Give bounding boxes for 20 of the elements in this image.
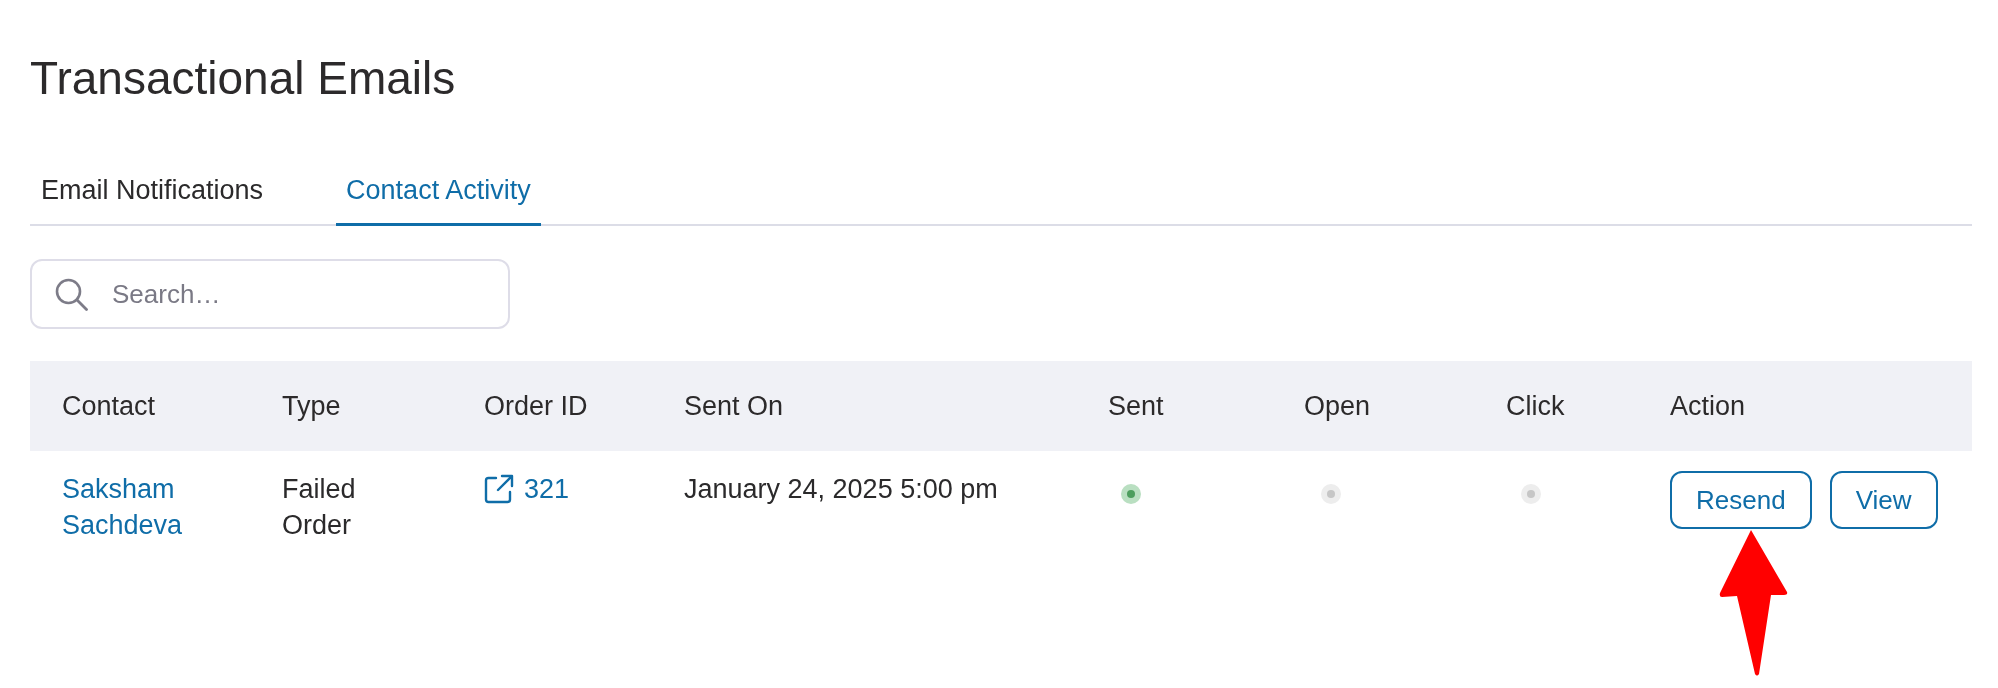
column-header: Sent On <box>683 390 785 422</box>
column-header: Action <box>1669 390 1747 422</box>
column-header: Type <box>281 390 342 422</box>
column-header: Contact <box>61 390 157 422</box>
table-cell-text: January 24, 2025 5:00 pm <box>683 473 999 506</box>
contact-link[interactable]: Saksham Sachdeva <box>62 471 240 543</box>
search-icon <box>55 278 88 311</box>
tab[interactable]: Email Notifications <box>31 152 274 226</box>
column-header: Open <box>1303 390 1372 422</box>
external-link-icon <box>484 474 514 504</box>
search-field[interactable]: Search… <box>30 259 510 329</box>
column-header: Order ID <box>483 390 589 422</box>
page-title: Transactional Emails <box>30 51 457 106</box>
resend-button[interactable]: Resend <box>1670 471 1812 529</box>
order-link[interactable]: 321 <box>484 471 570 507</box>
tab[interactable]: Contact Activity <box>336 152 541 226</box>
column-header: Sent <box>1107 390 1165 422</box>
column-header: Click <box>1505 390 1566 422</box>
table-cell-text: Failed Order <box>281 473 357 542</box>
view-button[interactable]: View <box>1829 471 1938 529</box>
